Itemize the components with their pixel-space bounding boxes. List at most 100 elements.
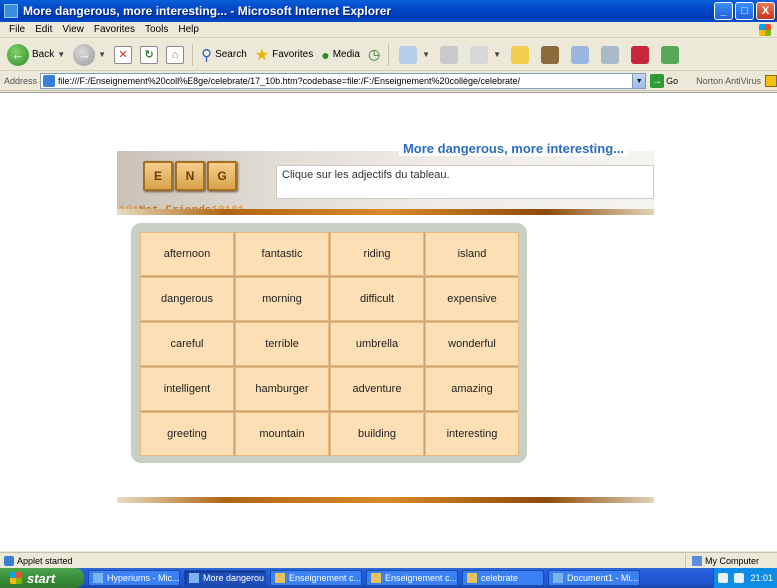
print-icon <box>440 45 459 64</box>
chevron-down-icon[interactable]: ▼ <box>57 50 65 59</box>
go-label: Go <box>666 76 679 86</box>
word-cell[interactable]: interesting <box>425 412 519 456</box>
refresh-icon: ↻ <box>140 45 159 64</box>
word-cell[interactable]: riding <box>330 232 424 276</box>
clock: 21:01 <box>750 573 773 583</box>
back-button[interactable]: ← Back ▼ <box>4 42 68 68</box>
norton-antivirus[interactable]: Norton AntiVirus <box>696 75 777 87</box>
chevron-down-icon[interactable]: ▼ <box>98 50 106 59</box>
forward-button[interactable]: → ▼ <box>70 42 109 68</box>
norton-icon <box>765 75 777 87</box>
stop-icon: ✕ <box>114 45 133 64</box>
word-cell[interactable]: umbrella <box>330 322 424 366</box>
word-cell[interactable]: expensive <box>425 277 519 321</box>
window-titlebar[interactable]: More dangerous, more interesting... - Mi… <box>0 0 777 22</box>
go-button[interactable]: → Go <box>650 74 678 88</box>
menu-file[interactable]: File <box>4 24 30 35</box>
word-cell[interactable]: careful <box>140 322 234 366</box>
research-icon <box>541 45 560 64</box>
search-icon: ⚲ <box>201 46 213 64</box>
taskbar-button[interactable]: Enseignement c... <box>270 570 362 586</box>
taskbar-button[interactable]: Enseignement c... <box>366 570 458 586</box>
yahoo-button[interactable] <box>626 42 654 68</box>
menu-edit[interactable]: Edit <box>30 24 57 35</box>
word-cell[interactable]: terrible <box>235 322 329 366</box>
search-label: Search <box>215 49 247 60</box>
word-cell[interactable]: difficult <box>330 277 424 321</box>
close-button[interactable]: X <box>756 2 775 20</box>
word-cell[interactable]: fantastic <box>235 232 329 276</box>
task-icon <box>275 573 285 583</box>
word-cell[interactable]: building <box>330 412 424 456</box>
mail-icon <box>399 45 418 64</box>
letter-tiles: E N G <box>143 161 237 191</box>
taskbar-button[interactable]: celebrate <box>462 570 544 586</box>
word-table-panel: afternoon fantastic riding island dangerous m… <box>131 223 527 463</box>
window-title: More dangerous, more interesting... - Mi… <box>23 4 392 18</box>
forward-arrow-icon: → <box>73 43 96 66</box>
home-icon: ⌂ <box>166 45 185 64</box>
stop-button[interactable]: ✕ <box>111 42 135 68</box>
task-icon <box>553 573 563 583</box>
address-input[interactable]: file:///F:/Enseignement%20coll%E8ge/cele… <box>40 73 634 89</box>
word-cell[interactable]: hamburger <box>235 367 329 411</box>
word-cell[interactable]: afternoon <box>140 232 234 276</box>
folder-icon <box>511 45 530 64</box>
task-label: Enseignement c... <box>385 573 458 583</box>
home-button[interactable]: ⌂ <box>163 42 187 68</box>
address-dropdown[interactable]: ▼ <box>632 73 647 89</box>
word-cell[interactable]: morning <box>235 277 329 321</box>
taskbar-button[interactable]: Document1 - Mi... <box>548 570 640 586</box>
word-cell[interactable]: mountain <box>235 412 329 456</box>
discuss-button[interactable] <box>596 42 624 68</box>
word-cell[interactable]: adventure <box>330 367 424 411</box>
word-cell[interactable]: greeting <box>140 412 234 456</box>
tile-n: N <box>175 161 205 191</box>
minimize-button[interactable]: _ <box>714 2 733 20</box>
address-url: file:///F:/Enseignement%20coll%E8ge/cele… <box>58 76 521 86</box>
print-button[interactable] <box>435 42 463 68</box>
media-icon: ● <box>321 46 330 63</box>
back-label: Back <box>32 49 55 60</box>
start-button[interactable]: start <box>0 568 84 588</box>
msn-button[interactable] <box>656 42 684 68</box>
divider <box>117 497 654 503</box>
taskbar-button[interactable]: More dangerou... <box>184 570 266 586</box>
network-icon[interactable] <box>718 573 729 583</box>
system-tray: 21:01 <box>713 568 777 588</box>
chevron-down-icon[interactable]: ▼ <box>493 50 501 59</box>
word-cell[interactable]: wonderful <box>425 322 519 366</box>
history-button[interactable]: ◷ <box>365 42 383 68</box>
address-bar: Address file:///F:/Enseignement%20coll%E… <box>0 72 777 91</box>
mail-button[interactable]: ▼ <box>394 42 433 68</box>
refresh-button[interactable]: ↻ <box>137 42 161 68</box>
page-icon <box>43 75 56 87</box>
word-cell[interactable]: intelligent <box>140 367 234 411</box>
media-button[interactable]: ● Media <box>318 42 363 68</box>
search-button[interactable]: ⚲ Search <box>198 42 250 68</box>
status-text: Applet started <box>17 555 73 566</box>
taskbar-button[interactable]: Hyperiums - Mic... <box>88 570 180 586</box>
menu-tools[interactable]: Tools <box>140 24 173 35</box>
window-controls: _ □ X <box>714 2 775 20</box>
chevron-down-icon[interactable]: ▼ <box>422 50 430 59</box>
toolbar-separator <box>388 43 390 66</box>
task-label: Document1 - Mi... <box>567 573 639 583</box>
volume-icon[interactable] <box>734 573 745 583</box>
menu-help[interactable]: Help <box>173 24 204 35</box>
menu-favorites[interactable]: Favorites <box>89 24 140 35</box>
task-icon <box>189 573 199 583</box>
favorites-button[interactable]: ★ Favorites <box>252 42 316 68</box>
address-label: Address <box>4 76 38 86</box>
messenger-button[interactable] <box>566 42 594 68</box>
word-cell[interactable]: dangerous <box>140 277 234 321</box>
task-label: celebrate <box>481 573 519 583</box>
word-cell[interactable]: island <box>425 232 519 276</box>
folder-button[interactable] <box>506 42 534 68</box>
research-button[interactable] <box>536 42 564 68</box>
maximize-button[interactable]: □ <box>735 2 754 20</box>
media-label: Media <box>332 49 360 60</box>
edit-button[interactable]: ▼ <box>465 42 504 68</box>
menu-view[interactable]: View <box>57 24 89 35</box>
word-cell[interactable]: amazing <box>425 367 519 411</box>
